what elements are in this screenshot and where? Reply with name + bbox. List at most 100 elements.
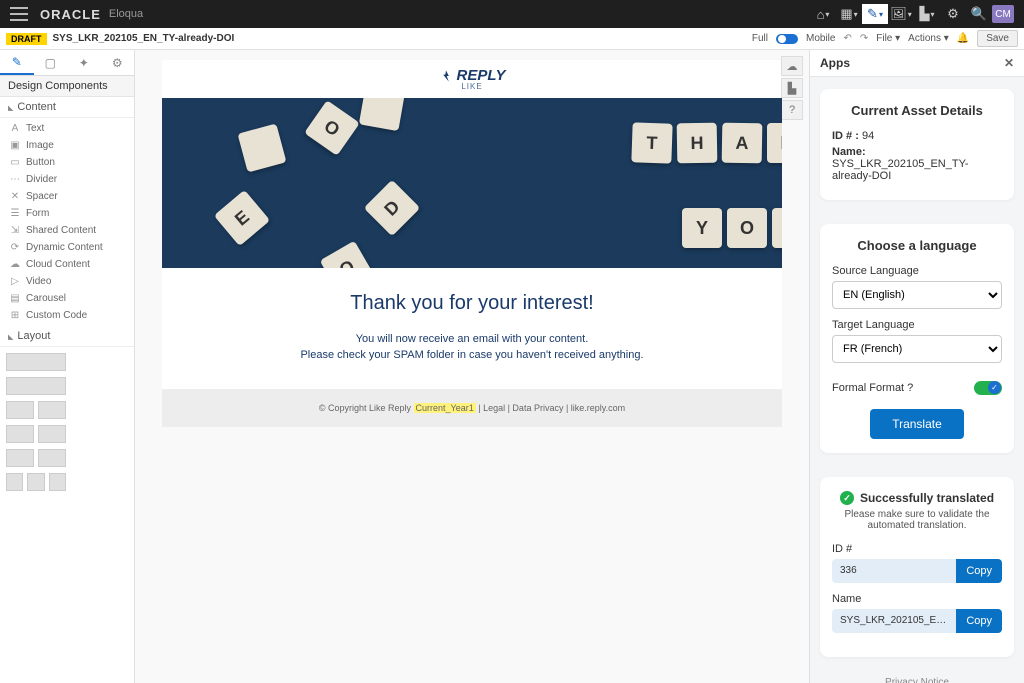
- success-hint: Please make sure to validate the automat…: [832, 509, 1002, 531]
- draft-badge: DRAFT: [6, 33, 47, 45]
- apps-panel: Apps ✕ Current Asset Details ID # : 94 N…: [809, 50, 1024, 683]
- component-icon: ▭: [10, 157, 20, 168]
- tab-components[interactable]: ✎: [0, 50, 34, 75]
- component-icon: ▷: [10, 276, 20, 287]
- hamburger-icon[interactable]: [10, 7, 28, 21]
- logo-area: REPLY LIKE: [162, 60, 782, 98]
- asset-name: SYS_LKR_202105_EN_TY-already-DOI: [53, 33, 235, 44]
- component-icon: ▣: [10, 140, 20, 151]
- undo-icon[interactable]: ↶: [843, 33, 851, 44]
- component-label: Cloud Content: [26, 259, 90, 270]
- component-label: Text: [26, 123, 44, 134]
- component-label: Divider: [26, 174, 57, 185]
- asset-id: 94: [862, 130, 874, 142]
- view-toggle[interactable]: [776, 34, 798, 44]
- result-card: ✓ Successfully translated Please make su…: [820, 477, 1014, 657]
- component-icon: ⊞: [10, 310, 20, 321]
- layout-thumbs: [0, 347, 134, 497]
- component-cloud-content[interactable]: ☁ Cloud Content: [0, 256, 134, 273]
- file-menu[interactable]: File ▾: [876, 33, 900, 44]
- layout-2col[interactable]: [6, 449, 66, 467]
- dynamic-year: Current_Year1: [414, 403, 476, 413]
- component-custom-code[interactable]: ⊞ Custom Code: [0, 307, 134, 324]
- layout-2col[interactable]: [6, 401, 66, 419]
- component-button[interactable]: ▭Button: [0, 154, 134, 171]
- stats-icon[interactable]: ▙: [781, 78, 803, 98]
- redo-icon[interactable]: ↷: [860, 33, 868, 44]
- home-icon[interactable]: ⌂▾: [810, 4, 836, 24]
- source-label: Source Language: [832, 265, 1002, 277]
- canvas: ☁ ▙ ? REPLY LIKE O E D O: [135, 50, 809, 683]
- edit-icon[interactable]: ✎▾: [862, 4, 888, 24]
- help-icon[interactable]: ?: [781, 100, 803, 120]
- component-list: A Text ▣ Image ▭Button ⋯ Divider ✕Spacer☰Form⇲S…: [0, 118, 134, 326]
- component-label: Image: [26, 140, 54, 151]
- lang-title: Choose a language: [832, 238, 1002, 253]
- product-label: Eloqua: [109, 8, 143, 20]
- brand-label: ORACLE: [40, 7, 101, 22]
- search-icon[interactable]: 🔍: [966, 4, 992, 24]
- component-icon: ✕: [10, 191, 20, 202]
- tab-settings[interactable]: ⚙: [101, 50, 135, 75]
- copy-name-button[interactable]: Copy: [956, 609, 1002, 633]
- source-language-select[interactable]: EN (English): [832, 281, 1002, 309]
- bell-icon[interactable]: 🔔: [957, 33, 969, 44]
- layout-1col[interactable]: [6, 353, 66, 371]
- component-icon: ⟳: [10, 242, 20, 253]
- privacy-link[interactable]: Privacy Notice: [810, 669, 1024, 683]
- success-title: Successfully translated: [860, 491, 994, 505]
- image-icon[interactable]: 🖼▾: [888, 4, 914, 24]
- close-icon[interactable]: ✕: [1004, 56, 1014, 70]
- component-icon: ⋯: [10, 174, 20, 185]
- language-card: Choose a language Source Language EN (En…: [820, 224, 1014, 453]
- email-body: REPLY LIKE O E D O T H A N Y O U: [162, 60, 782, 427]
- component-spacer[interactable]: ✕Spacer: [0, 188, 134, 205]
- component-dynamic-content[interactable]: ⟳ Dynamic Content: [0, 239, 134, 256]
- component-shared-content[interactable]: ⇲Shared Content: [0, 222, 134, 239]
- component-icon: ☁: [10, 259, 20, 270]
- translate-button[interactable]: Translate: [870, 409, 964, 439]
- component-divider[interactable]: ⋯ Divider: [0, 171, 134, 188]
- formal-toggle[interactable]: [974, 381, 1002, 395]
- component-form[interactable]: ☰Form: [0, 205, 134, 222]
- formal-label: Formal Format ?: [832, 382, 913, 394]
- layout-1col[interactable]: [6, 377, 66, 395]
- full-label: Full: [752, 33, 768, 44]
- component-label: Custom Code: [26, 310, 87, 321]
- component-icon: A: [10, 123, 20, 134]
- target-language-select[interactable]: FR (French): [832, 335, 1002, 363]
- body-line2: Please check your SPAM folder in case yo…: [182, 349, 762, 361]
- content-section[interactable]: Content: [0, 97, 134, 118]
- cloud-icon[interactable]: ☁: [781, 56, 803, 76]
- out-id-label: ID #: [832, 543, 1002, 555]
- component-label: Video: [26, 276, 51, 287]
- component-text[interactable]: A Text: [0, 120, 134, 137]
- actions-menu[interactable]: Actions ▾: [908, 33, 949, 44]
- layout-section[interactable]: Layout: [0, 326, 134, 347]
- hero-image: O E D O T H A N Y O U: [162, 98, 782, 268]
- top-nav: ORACLE Eloqua ⌂▾ ▦▾ ✎▾ 🖼▾ ▙▾ ⚙ 🔍 CM: [0, 0, 1024, 28]
- tab-cube[interactable]: ▢: [34, 50, 68, 75]
- component-image[interactable]: ▣ Image: [0, 137, 134, 154]
- out-name-label: Name: [832, 593, 1002, 605]
- user-badge[interactable]: CM: [992, 5, 1014, 23]
- chart-icon[interactable]: ▙▾: [914, 4, 940, 24]
- target-label: Target Language: [832, 319, 1002, 331]
- grid-icon[interactable]: ▦▾: [836, 4, 862, 24]
- layout-3col[interactable]: [6, 473, 66, 491]
- logo-icon: [439, 69, 453, 83]
- component-label: Dynamic Content: [26, 242, 103, 253]
- layout-2col[interactable]: [6, 425, 66, 443]
- gear-icon[interactable]: ⚙: [940, 4, 966, 24]
- body-line1: You will now receive an email with your …: [182, 333, 762, 345]
- component-label: Form: [26, 208, 49, 219]
- content-block: Thank you for your interest! You will no…: [162, 268, 782, 389]
- details-title: Current Asset Details: [832, 103, 1002, 118]
- copy-id-button[interactable]: Copy: [956, 559, 1002, 583]
- component-video[interactable]: ▷ Video: [0, 273, 134, 290]
- tab-wand[interactable]: ✦: [67, 50, 101, 75]
- asset-details-card: Current Asset Details ID # : 94 Name: SY…: [820, 89, 1014, 200]
- component-carousel[interactable]: ▤Carousel: [0, 290, 134, 307]
- save-button[interactable]: Save: [977, 30, 1018, 47]
- out-id-value: 336: [832, 559, 956, 583]
